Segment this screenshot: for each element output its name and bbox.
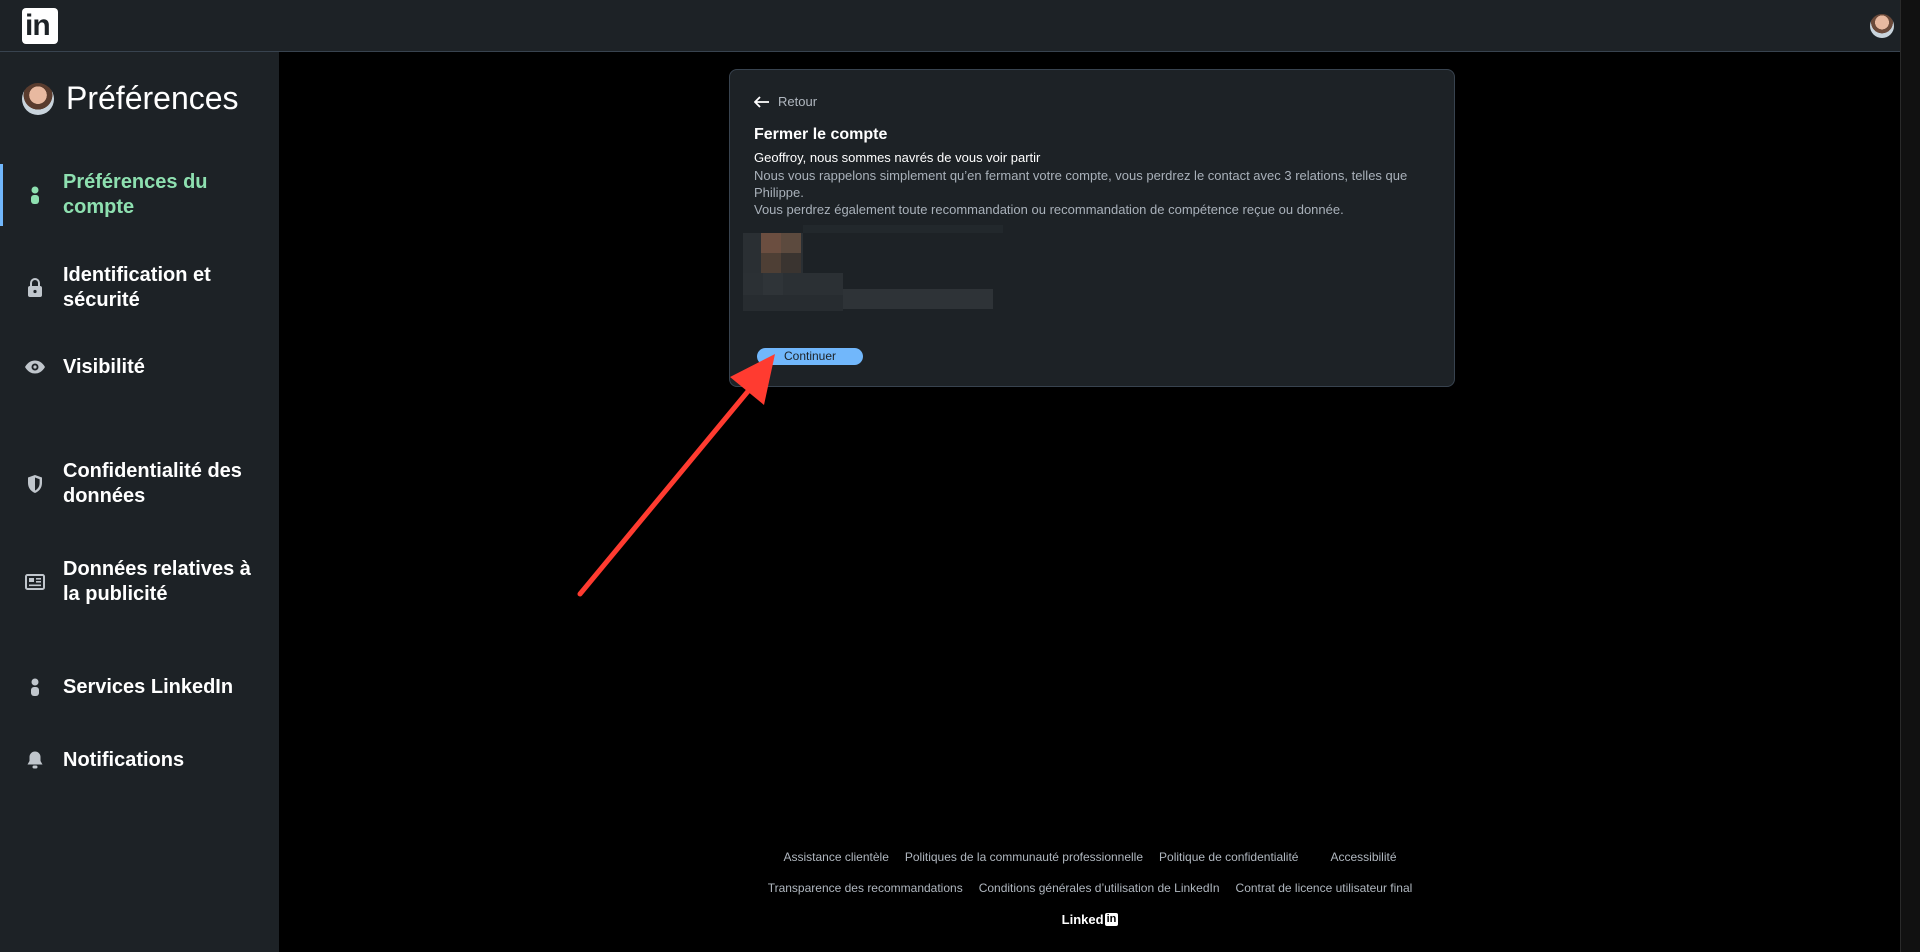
person-icon — [23, 675, 47, 699]
sidebar-item-data-privacy[interactable]: Confidentialité des données — [0, 458, 279, 510]
footer-brand-logo: Linked in — [280, 912, 1900, 927]
footer-link[interactable]: Assistance clientèle — [783, 850, 888, 864]
page-title: Préférences — [66, 80, 239, 116]
arrow-left-icon — [754, 95, 769, 108]
footer-row: Assistance clientèle Politiques de la co… — [280, 850, 1900, 864]
footer-link[interactable]: Contrat de licence utilisateur final — [1236, 881, 1413, 895]
footer-link[interactable]: Accessibilité — [1330, 850, 1396, 864]
user-avatar[interactable] — [1870, 14, 1894, 38]
back-link[interactable]: Retour — [754, 94, 817, 109]
brand-text: Linked — [1061, 912, 1104, 927]
logo-text: in — [25, 9, 51, 42]
lock-icon — [23, 276, 47, 300]
sidebar-item-label: Préférences du compte — [63, 171, 208, 218]
sidebar-item-label: Visibilité — [63, 355, 145, 378]
newspaper-icon — [23, 570, 47, 594]
sidebar-item-label: Notifications — [63, 748, 185, 771]
back-label: Retour — [778, 94, 818, 109]
sidebar-item-account-preferences[interactable]: Préférences du compte — [0, 164, 279, 226]
eye-icon — [23, 355, 47, 379]
description-line: Nous vous rappelons simplement qu’en fer… — [754, 168, 1408, 200]
sidebar: Préférences Préférences du compte Identi… — [0, 52, 279, 952]
footer-link[interactable]: Politiques de la communauté professionne… — [905, 850, 1143, 864]
linkedin-logo[interactable]: in — [22, 8, 58, 44]
blurred-connection-card — [743, 225, 1005, 311]
sidebar-item-label: Confidentialité des données — [63, 460, 242, 507]
footer-link[interactable]: Conditions générales d’utilisation de Li… — [979, 881, 1220, 895]
footer-link[interactable]: Transparence des recommandations — [768, 881, 963, 895]
panel-subtitle: Geoffroy, nous sommes navrés de vous voi… — [754, 150, 1041, 165]
top-bar: in — [0, 0, 1900, 52]
footer-row: Transparence des recommandations Conditi… — [280, 881, 1900, 895]
sidebar-item-linkedin-services[interactable]: Services LinkedIn — [0, 672, 279, 702]
sidebar-item-sign-in-security[interactable]: Identification et sécurité — [0, 262, 279, 314]
description-line: Vous perdrez également toute recommandat… — [754, 202, 1344, 217]
person-icon — [23, 183, 47, 207]
sidebar-item-label: Identification et sécurité — [63, 264, 211, 311]
sidebar-item-label: Données relatives à la publicité — [63, 558, 251, 605]
avatar — [22, 82, 54, 115]
brand-in: in — [1104, 913, 1119, 926]
sidebar-item-visibility[interactable]: Visibilité — [0, 352, 279, 382]
close-account-panel: Retour Fermer le compte Geoffroy, nous s… — [729, 69, 1455, 387]
sidebar-item-advertising-data[interactable]: Données relatives à la publicité — [0, 556, 279, 608]
sidebar-header: Préférences — [22, 80, 239, 117]
panel-description: Nous vous rappelons simplement qu’en fer… — [754, 167, 1434, 218]
footer-link[interactable]: Politique de confidentialité — [1159, 850, 1298, 864]
sidebar-item-notifications[interactable]: Notifications — [0, 745, 279, 775]
sidebar-item-label: Services LinkedIn — [63, 675, 234, 698]
shield-icon — [23, 472, 47, 496]
window-edge — [1900, 0, 1920, 952]
continue-button[interactable]: Continuer — [757, 348, 863, 365]
bell-icon — [23, 748, 47, 772]
panel-title: Fermer le compte — [754, 126, 888, 143]
